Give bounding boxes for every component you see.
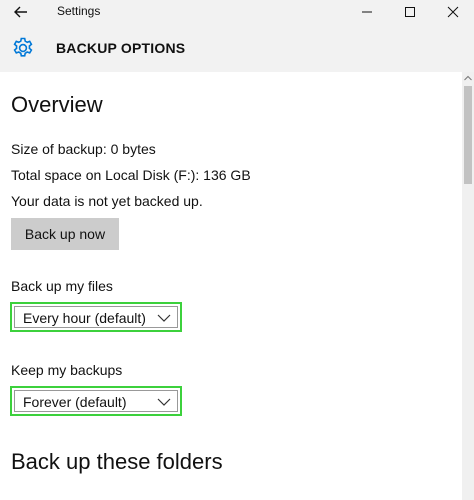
gear-icon bbox=[13, 37, 33, 57]
keep-backups-value: Forever (default) bbox=[23, 394, 127, 410]
overview-heading: Overview bbox=[11, 92, 103, 117]
scroll-up-button[interactable] bbox=[462, 72, 474, 84]
minimize-button[interactable] bbox=[348, 0, 386, 24]
minimize-icon bbox=[362, 11, 372, 13]
chevron-up-icon bbox=[464, 75, 472, 81]
chevron-down-icon bbox=[157, 314, 171, 322]
backup-frequency-label: Back up my files bbox=[11, 278, 113, 294]
backup-folders-heading: Back up these folders bbox=[11, 449, 223, 474]
window-title: Settings bbox=[57, 4, 101, 18]
maximize-icon bbox=[405, 7, 415, 17]
keep-backups-label: Keep my backups bbox=[11, 362, 123, 378]
backup-frequency-value: Every hour (default) bbox=[23, 310, 146, 326]
backup-status-text: Your data is not yet backed up. bbox=[11, 193, 203, 209]
backup-size-text: Size of backup: 0 bytes bbox=[11, 141, 156, 157]
settings-window: Settings BACKUP OPTIONS Overview Size of… bbox=[0, 0, 474, 500]
vertical-scrollbar[interactable] bbox=[462, 72, 474, 500]
backup-frequency-select-box[interactable]: Every hour (default) bbox=[14, 306, 178, 328]
close-button[interactable] bbox=[434, 0, 472, 24]
close-icon bbox=[447, 6, 459, 18]
backup-frequency-dropdown[interactable]: Every hour (default) bbox=[10, 302, 182, 332]
chevron-down-icon bbox=[157, 398, 171, 406]
main-content: Overview Size of backup: 0 bytes Total s… bbox=[0, 72, 462, 500]
maximize-button[interactable] bbox=[391, 0, 429, 24]
keep-backups-select-box[interactable]: Forever (default) bbox=[14, 390, 178, 412]
back-up-now-button[interactable]: Back up now bbox=[11, 218, 119, 250]
back-button[interactable] bbox=[10, 2, 32, 22]
page-header: BACKUP OPTIONS bbox=[0, 24, 474, 72]
title-bar: Settings bbox=[0, 0, 474, 24]
total-space-text: Total space on Local Disk (F:): 136 GB bbox=[11, 167, 251, 183]
keep-backups-dropdown[interactable]: Forever (default) bbox=[10, 386, 182, 416]
back-arrow-icon bbox=[14, 6, 27, 18]
page-title: BACKUP OPTIONS bbox=[56, 40, 186, 56]
scrollbar-thumb[interactable] bbox=[464, 86, 472, 184]
